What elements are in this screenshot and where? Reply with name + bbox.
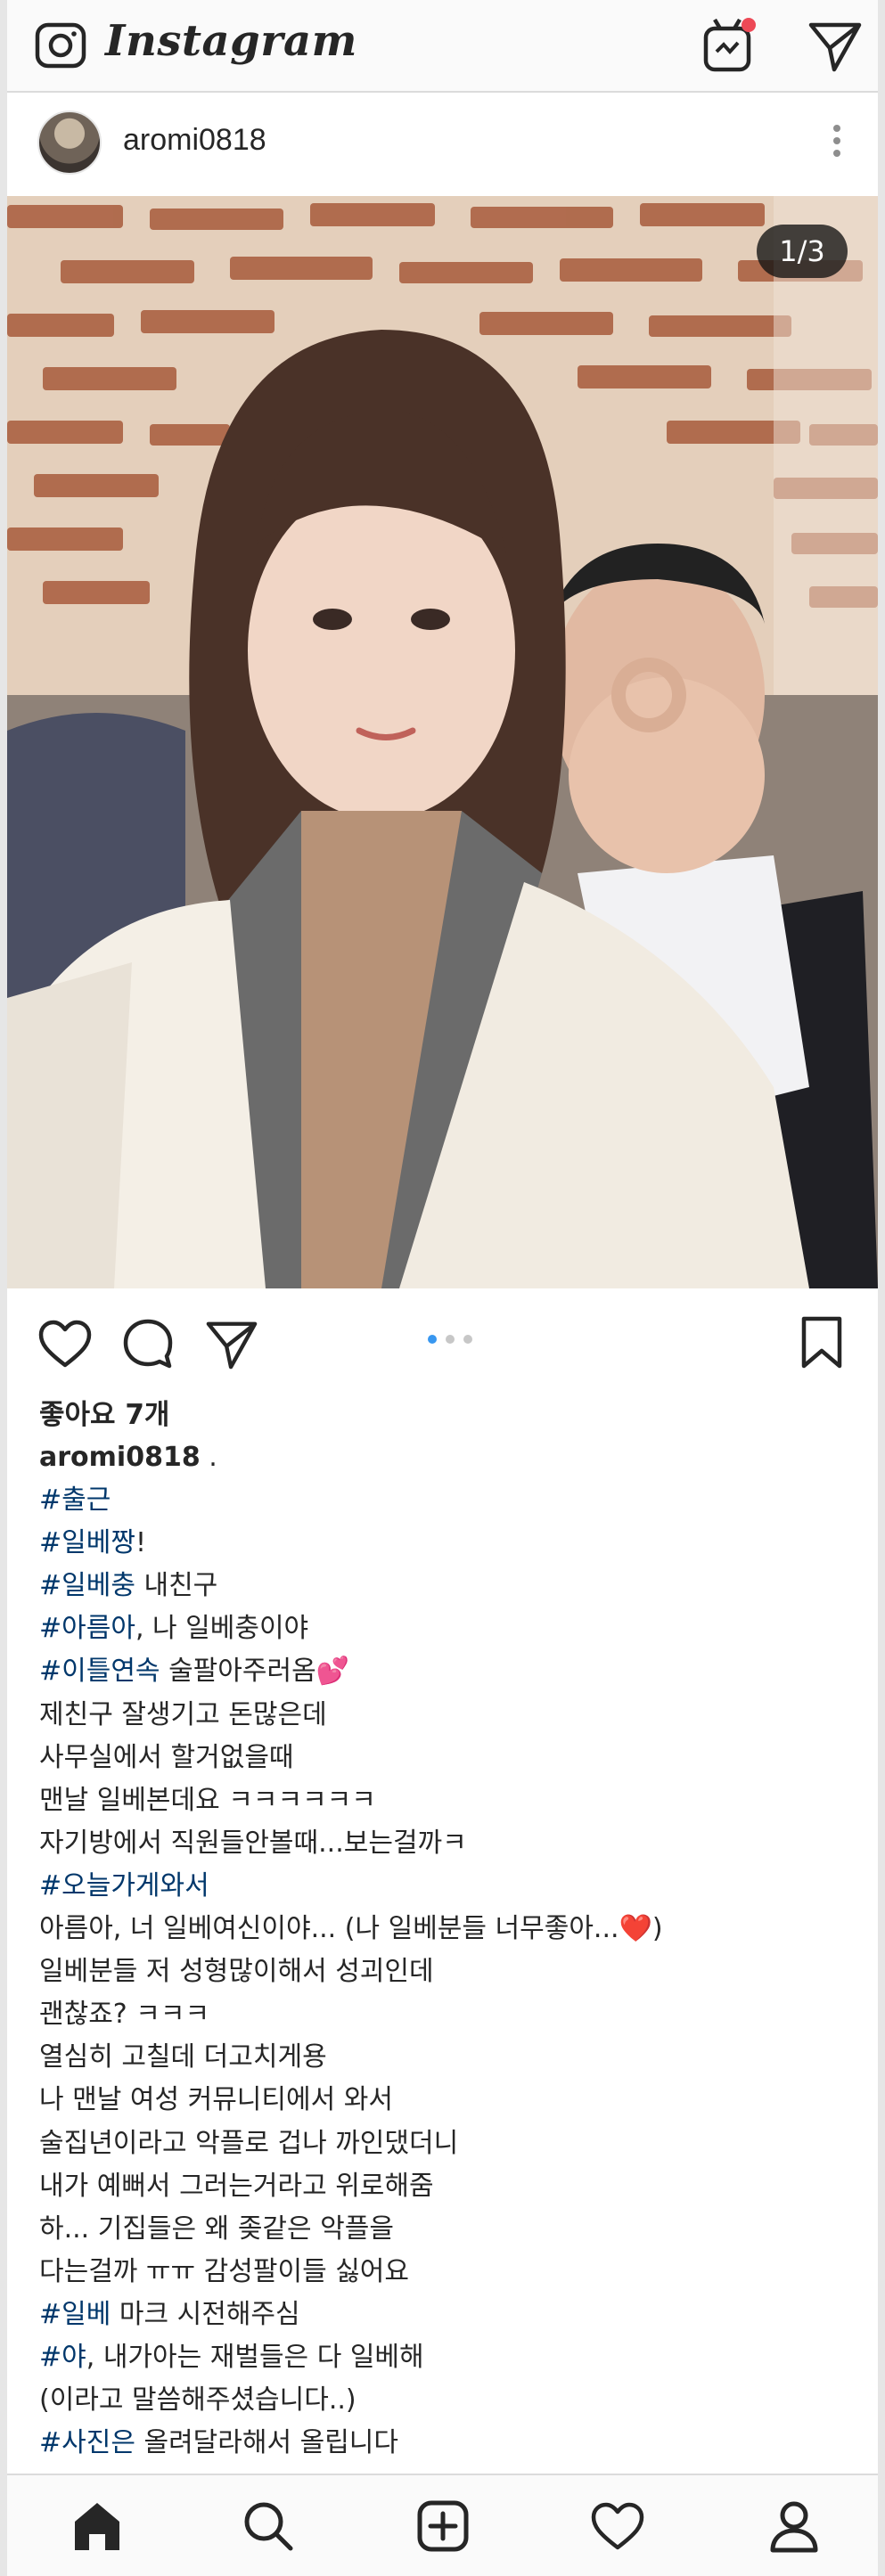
caption-line: 제친구 잘생기고 돈많은데 — [39, 1694, 841, 1737]
caption-username-suffix: . — [200, 1442, 217, 1473]
caption-line: #일베짱! — [39, 1522, 841, 1565]
caption-line: (이라고 말씀해주셨습니다..) — [39, 2379, 841, 2422]
caption-line: 아름아, 너 일베여신이야... (나 일베분들 너무좋아...❤️) — [39, 1908, 841, 1950]
caption-text: 다는걸까 ㅠㅠ 감성팔이들 싫어요 — [39, 2255, 410, 2287]
caption-text-end: ) — [651, 1913, 663, 1945]
caption-line: #야, 내가아는 재벌들은 다 일베해 — [39, 2336, 841, 2379]
caption-header: aromi0818 . — [39, 1436, 841, 1479]
caption-line: #아름아, 나 일베충이야 — [39, 1607, 841, 1650]
caption-line: #이틀연속 술팔아주러옴💕 — [39, 1650, 841, 1693]
caption-text: 내가 예뻐서 그러는거라고 위로해줌 — [39, 2170, 434, 2202]
likes-count[interactable]: 좋아요 7개 — [39, 1392, 169, 1432]
caption-line: 술집년이라고 악플로 겁나 까인댔더니 — [39, 2122, 841, 2165]
share-icon[interactable] — [205, 1317, 258, 1370]
comment-icon[interactable] — [121, 1317, 175, 1370]
carousel-dots — [428, 1335, 478, 1347]
caption-text: 나 맨날 여성 커뮤니티에서 와서 — [39, 2084, 393, 2116]
caption-line: 나 맨날 여성 커뮤니티에서 와서 — [39, 2079, 841, 2122]
igtv-icon[interactable] — [701, 16, 759, 75]
profile-icon[interactable] — [766, 2498, 822, 2554]
caption-text: 술팔아주러옴💕 — [160, 1656, 350, 1688]
caption-line: 다는걸까 ㅠㅠ 감성팔이들 싫어요 — [39, 2251, 841, 2294]
caption-text: 올려달라해서 올립니다 — [135, 2427, 399, 2459]
caption-text: 괜찮죠? ㅋㅋㅋ — [39, 1999, 210, 2031]
new-post-icon[interactable] — [415, 2498, 471, 2554]
home-icon[interactable] — [70, 2498, 125, 2554]
post-username[interactable]: aromi0818 — [123, 123, 266, 158]
caption-username[interactable]: aromi0818 — [39, 1442, 201, 1473]
caption-line: 사무실에서 할거없을때 — [39, 1737, 841, 1779]
hashtag-link[interactable]: #일베충 — [39, 1570, 135, 1601]
hashtag-link[interactable]: #야 — [39, 2342, 86, 2373]
hashtag-link[interactable]: #일베짱 — [39, 1527, 135, 1558]
caption-line: 괜찮죠? ㅋㅋㅋ — [39, 1993, 841, 2036]
hashtag-link[interactable]: #이틀연속 — [39, 1656, 160, 1687]
avatar[interactable] — [37, 110, 102, 175]
caption-line: #출근 — [39, 1479, 841, 1522]
caption-text: 아름아, 너 일베여신이야... (나 일베분들 너무좋아... — [39, 1913, 619, 1945]
caption-text: 마크 시전해주심 — [111, 2298, 300, 2330]
caption-text: 하... 기집들은 왜 좆같은 악플을 — [39, 2212, 394, 2245]
notification-dot — [742, 18, 756, 32]
caption-line: 하... 기집들은 왜 좆같은 악플을 — [39, 2208, 841, 2251]
caption-line: 일베분들 저 성형많이해서 성괴인데 — [39, 1950, 841, 1993]
carousel-dot — [446, 1335, 455, 1344]
hashtag-link[interactable]: #오늘가게와서 — [39, 1870, 209, 1901]
instagram-logo: Instagram — [105, 16, 357, 66]
activity-heart-icon[interactable] — [590, 2498, 645, 2554]
search-icon[interactable] — [241, 2498, 296, 2554]
top-bar: Instagram — [7, 0, 878, 93]
caption-text: 술집년이라고 악플로 겁나 까인댔더니 — [39, 2127, 459, 2159]
heart-icon[interactable] — [37, 1319, 93, 1369]
caption-line: 내가 예뻐서 그러는거라고 위로해줌 — [39, 2165, 841, 2208]
caption-line: 열심히 고칠데 더고치게용 — [39, 2036, 841, 2079]
caption-line: #사진은 올려달라해서 올립니다 — [39, 2422, 841, 2465]
caption-line: 자기방에서 직원들안볼때...보는걸까ㅋ — [39, 1822, 841, 1865]
caption-line: 맨날 일베본데요 ㅋㅋㅋㅋㅋㅋ — [39, 1779, 841, 1822]
caption-text: (이라고 말씀해주셨습니다..) — [39, 2384, 356, 2417]
carousel-dot-active — [428, 1335, 437, 1344]
bottom-nav — [7, 2474, 878, 2576]
carousel-dot — [463, 1335, 472, 1344]
post-header: aromi0818 — [7, 93, 878, 192]
caption-text: 자기방에서 직원들안볼때...보는걸까ㅋ — [39, 1827, 467, 1859]
caption-text: 맨날 일베본데요 ㅋㅋㅋㅋㅋㅋ — [39, 1784, 376, 1816]
bookmark-icon[interactable] — [799, 1315, 845, 1370]
caption-text: 일베분들 저 성형많이해서 성괴인데 — [39, 1956, 434, 1988]
caption-line: #일베 마크 시전해주심 — [39, 2294, 841, 2336]
caption-line: #일베충 내친구 — [39, 1565, 841, 1607]
caption-line: #오늘가게와서 — [39, 1865, 841, 1908]
hashtag-link[interactable]: #아름아 — [39, 1613, 135, 1644]
direct-message-icon[interactable] — [807, 18, 863, 73]
image-counter: 1/3 — [757, 225, 848, 278]
caption-text: , 나 일베충이야 — [135, 1613, 309, 1645]
post-actions — [7, 1292, 878, 1390]
hashtag-link[interactable]: #출근 — [39, 1484, 111, 1516]
post-image[interactable]: 1/3 — [7, 196, 878, 1288]
hashtag-link[interactable]: #일베 — [39, 2299, 111, 2330]
photo-illustration — [7, 196, 878, 1288]
heart-emoji: ❤️ — [619, 1913, 652, 1945]
camera-icon[interactable] — [34, 18, 87, 71]
more-options-icon[interactable] — [824, 119, 850, 168]
caption: aromi0818 . #출근 #일베짱! #일베충 내친구 #아름아, 나 일베충이… — [39, 1436, 841, 2465]
caption-text: 열심히 고칠데 더고치게용 — [39, 2041, 327, 2073]
caption-text: ! — [135, 1527, 146, 1559]
caption-text: 사무실에서 할거없을때 — [39, 1741, 294, 1773]
caption-text: , 내가아는 재벌들은 다 일베해 — [86, 2341, 424, 2373]
caption-text: 제친구 잘생기고 돈많은데 — [39, 1698, 327, 1730]
hashtag-link[interactable]: #사진은 — [39, 2427, 135, 2458]
caption-text: 내친구 — [135, 1570, 218, 1602]
